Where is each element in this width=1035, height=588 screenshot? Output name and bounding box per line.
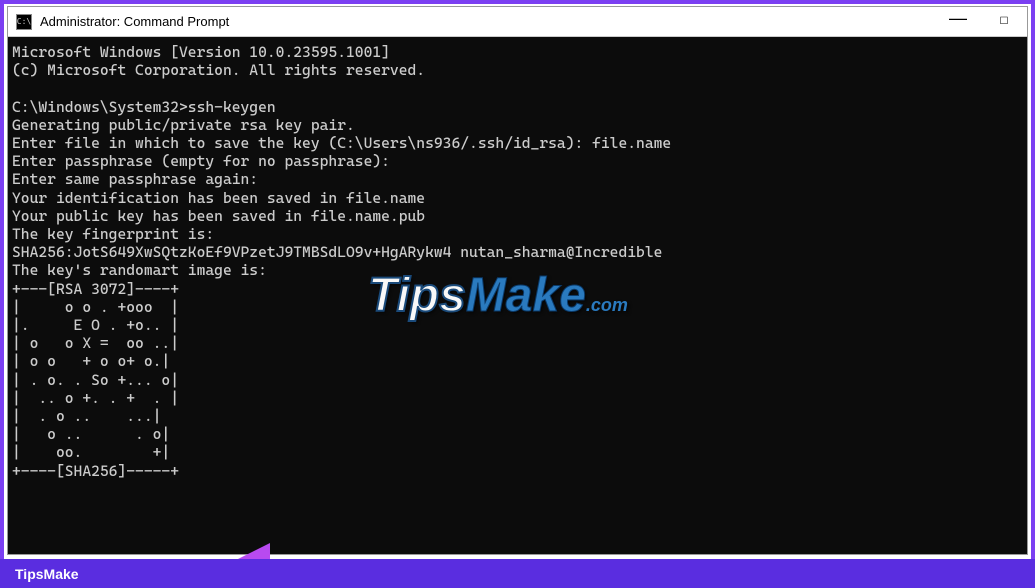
terminal-output[interactable]: Microsoft Windows [Version 10.0.23595.10… (8, 37, 1027, 554)
window-title: Administrator: Command Prompt (40, 14, 935, 29)
terminal-line: C:\Windows\System32>ssh-keygen (12, 98, 276, 116)
terminal-line: | o .. . o| (12, 425, 170, 443)
terminal-line: |. E O . +o.. | (12, 316, 179, 334)
terminal-line: Your public key has been saved in file.n… (12, 207, 425, 225)
terminal-line: | .. o +. . + . | (12, 389, 179, 407)
terminal-line: The key's randomart image is: (12, 261, 267, 279)
terminal-line: | oo. +| (12, 443, 170, 461)
command-prompt-window: C:\ Administrator: Command Prompt — ☐ Mi… (7, 6, 1028, 555)
terminal-line: (c) Microsoft Corporation. All rights re… (12, 61, 425, 79)
window-titlebar[interactable]: C:\ Administrator: Command Prompt — ☐ (8, 7, 1027, 37)
terminal-line: Enter same passphrase again: (12, 170, 258, 188)
terminal-line: +---[RSA 3072]----+ (12, 280, 179, 298)
footer-label: TipsMake (15, 566, 79, 582)
minimize-button[interactable]: — (935, 7, 981, 36)
terminal-line: | . o. . So +... o| (12, 371, 179, 389)
terminal-line: +----[SHA256]-----+ (12, 462, 179, 480)
terminal-line: | o o . +ooo | (12, 298, 179, 316)
terminal-line: Generating public/private rsa key pair. (12, 116, 355, 134)
terminal-line: Microsoft Windows [Version 10.0.23595.10… (12, 43, 390, 61)
terminal-line: The key fingerprint is: (12, 225, 214, 243)
terminal-line: SHA256:JotS649XwSQtzKoEf9VPzetJ9TMBSdLO9… (12, 243, 662, 261)
terminal-line: | o o + o o+ o.| (12, 352, 170, 370)
terminal-line: Enter file in which to save the key (C:\… (12, 134, 671, 152)
terminal-line: Your identification has been saved in fi… (12, 189, 425, 207)
terminal-line: | o o X = oo ..| (12, 334, 179, 352)
window-controls: — ☐ (935, 7, 1027, 36)
maximize-button[interactable]: ☐ (981, 7, 1027, 36)
footer-bar: TipsMake (0, 559, 1035, 588)
cmd-icon: C:\ (16, 14, 32, 30)
terminal-line: Enter passphrase (empty for no passphras… (12, 152, 390, 170)
terminal-line: | . o .. ...| (12, 407, 161, 425)
